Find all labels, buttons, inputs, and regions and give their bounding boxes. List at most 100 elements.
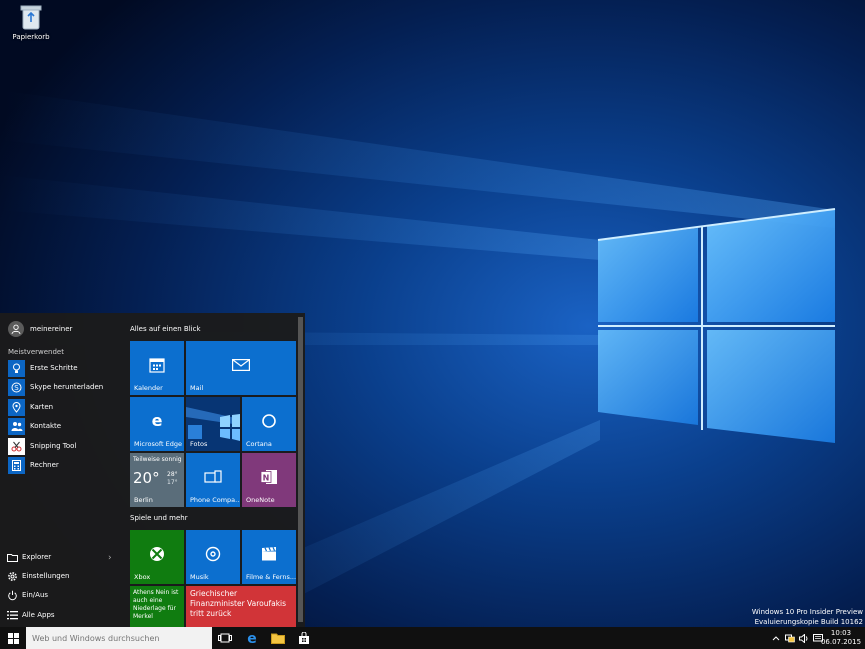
svg-text:e: e [152,413,163,429]
list-item-kontakte[interactable]: Kontakte [8,417,62,435]
power-button[interactable]: Ein/Aus [6,587,48,603]
clock-time: 10:03 [830,629,852,637]
windows-logo-icon [7,632,19,644]
tile-onenote[interactable]: N OneNote [242,453,296,507]
chevron-right-icon[interactable]: › [108,553,112,563]
music-icon [205,547,221,562]
clapperboard-icon [262,547,276,561]
weather-city: Berlin [134,496,153,504]
weather-condition: Teilweise sonnig [133,456,182,463]
explorer-label: Explorer [22,553,52,561]
all-apps-button[interactable]: Alle Apps [6,607,55,623]
tile-phone-companion[interactable]: Phone Compa... [186,453,240,507]
network-icon[interactable] [784,627,796,649]
clock-date: 06.07.2015 [820,638,862,646]
weather-temp: 20° [133,469,160,487]
list-item-karten[interactable]: Karten [8,398,54,416]
svg-text:e: e [247,631,257,645]
tile-label: Filme & Ferns... [246,573,296,581]
tile-label: Xbox [134,573,151,581]
list-item-label: Erste Schritte [30,364,78,372]
tile-edge[interactable]: e Microsoft Edge [130,397,184,451]
tile-cortana[interactable]: Cortana [242,397,296,451]
tile-news-large[interactable]: Griechischer Finanzminister Varoufakis t… [186,586,296,627]
tile-music[interactable]: Musik [186,530,240,584]
tile-label: Phone Compa... [190,496,240,504]
lightbulb-icon [8,359,25,377]
power-label: Ein/Aus [22,591,49,599]
tiles-scrollbar[interactable] [298,317,303,622]
list-item-skype[interactable]: S Skype herunterladen [8,378,103,396]
list-item-label: Snipping Tool [30,442,77,450]
phone-companion-icon [204,470,222,483]
tile-movies[interactable]: Filme & Ferns... [242,530,296,584]
start-menu: meinereiner Meistverwendet Erste Schritt… [0,313,305,627]
list-item-snipping-tool[interactable]: Snipping Tool [8,437,77,455]
folder-icon [6,551,18,563]
tile-label: OneNote [246,496,275,504]
people-icon [8,417,25,435]
xbox-icon [150,547,164,562]
group-title-play[interactable]: Spiele und mehr [130,514,188,522]
tile-xbox[interactable]: Xbox [130,530,184,584]
list-item-label: Karten [30,403,54,411]
tile-label: Microsoft Edge [134,440,183,448]
tray-chevron-up-icon[interactable] [770,627,782,649]
list-item-rechner[interactable]: Rechner [8,456,59,474]
settings-button[interactable]: Einstellungen [6,568,69,584]
folder-icon [271,633,285,644]
weather-low: 17° [167,479,178,486]
gear-icon [6,570,18,582]
start-button[interactable] [0,627,26,649]
recycle-bin-icon [20,5,42,30]
settings-label: Einstellungen [22,572,70,580]
tile-news-small[interactable]: Athens Nein ist auch eine Niederlage für… [130,586,184,627]
tile-mail[interactable]: Mail [186,341,296,395]
weather-high: 28° [167,471,178,478]
svg-text:S: S [14,384,19,392]
user-icon [11,324,21,334]
volume-icon[interactable] [798,627,810,649]
tile-label: Kalender [134,384,163,392]
build-watermark: Windows 10 Pro Insider Preview Evaluieru… [752,607,863,627]
list-item-label: Rechner [30,461,59,469]
most-used-label: Meistverwendet [8,348,64,356]
explorer-button[interactable]: Explorer [6,549,51,565]
store-icon [299,631,309,644]
tile-label: Fotos [190,440,208,448]
tile-weather[interactable]: Teilweise sonnig 20° 28° 17° Berlin [130,453,184,507]
search-input[interactable] [26,627,212,649]
map-icon [8,398,25,416]
edge-icon: e [247,631,257,645]
svg-text:N: N [263,474,270,483]
list-item-label: Kontakte [30,422,62,430]
tile-calendar[interactable]: Kalender [130,341,184,395]
mail-icon [232,359,250,372]
news-large-text: Griechischer Finanzminister Varoufakis t… [190,589,287,618]
tile-label: Cortana [246,440,272,448]
tile-label: Mail [190,384,204,392]
all-apps-label: Alle Apps [22,611,55,619]
tile-label: Musik [190,573,209,581]
edge-icon: e [152,413,163,429]
task-view-button[interactable] [212,627,238,649]
user-name: meinereiner [30,325,73,333]
list-item-erste-schritte[interactable]: Erste Schritte [8,359,78,377]
skype-icon: S [8,378,25,396]
group-title-overview[interactable]: Alles auf einen Blick [130,325,201,333]
scissors-icon [8,437,25,455]
user-account[interactable]: meinereiner [8,321,72,337]
taskbar-store-button[interactable] [291,627,317,649]
taskbar-edge-button[interactable]: e [239,627,265,649]
recycle-bin-label: Papierkorb [12,33,50,41]
avatar [8,321,24,337]
recycle-bin[interactable]: Papierkorb [8,4,54,41]
scroll-thumb[interactable] [298,317,303,622]
cortana-icon [262,414,276,429]
tile-photos[interactable]: Fotos [186,397,240,451]
calendar-icon [149,358,165,373]
news-small-text: Athens Nein ist auch eine Niederlage für… [133,589,179,620]
power-icon [6,589,18,601]
clock[interactable]: 10:03 06.07.2015 [820,629,862,647]
taskbar-explorer-button[interactable] [265,627,291,649]
